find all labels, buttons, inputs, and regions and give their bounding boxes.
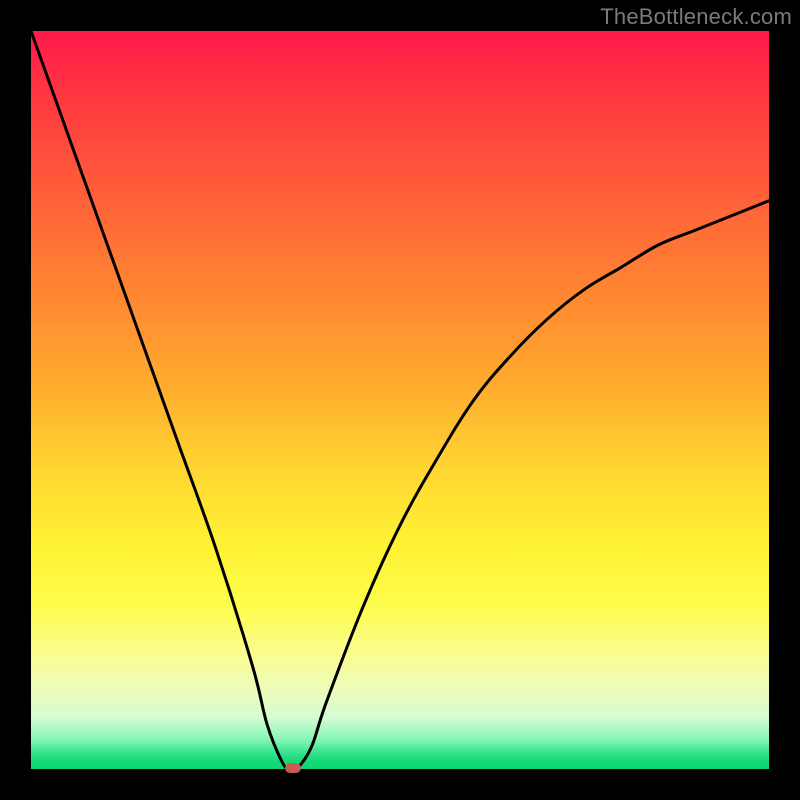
chart-frame: TheBottleneck.com	[0, 0, 800, 800]
bottleneck-curve	[31, 31, 769, 769]
watermark-text: TheBottleneck.com	[600, 4, 792, 30]
optimal-point-marker	[285, 763, 301, 773]
